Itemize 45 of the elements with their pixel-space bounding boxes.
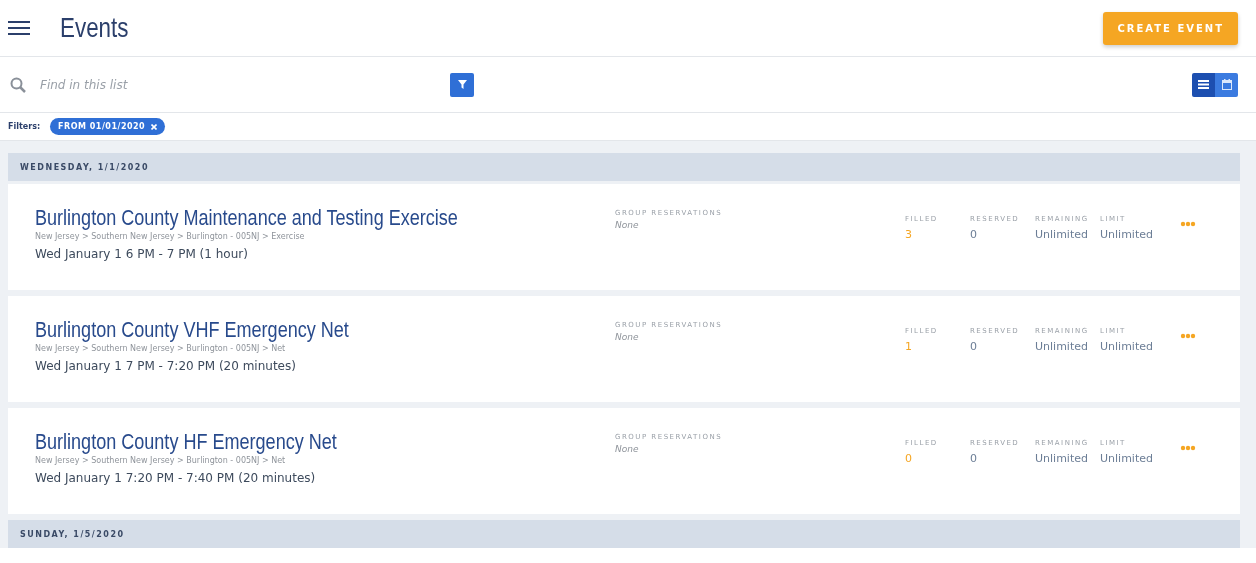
filled-count: 0: [905, 452, 913, 465]
event-title[interactable]: Burlington County HF Emergency Net: [35, 429, 337, 455]
remaining-value: Unlimited: [1035, 340, 1089, 353]
event-path: New Jersey > Southern New Jersey > Burlington - 005NJ > Net: [35, 344, 287, 353]
list-icon: [1198, 80, 1209, 89]
remaining-value: Unlimited: [1035, 228, 1089, 241]
event-card[interactable]: [8, 296, 1240, 402]
calendar-icon: [1221, 79, 1232, 90]
date-header: WEDNESDAY, 1/1/2020: [8, 153, 1240, 181]
search-icon: [10, 76, 26, 93]
event-title[interactable]: Burlington County VHF Emergency Net: [35, 317, 349, 343]
filter-button[interactable]: [450, 72, 474, 97]
menu-icon[interactable]: [8, 20, 30, 36]
more-icon[interactable]: [1180, 445, 1196, 451]
reserved-count: 0: [970, 340, 978, 353]
group-reservations-value: None: [615, 331, 640, 342]
date-header: SUNDAY, 1/5/2020: [8, 520, 1240, 548]
reserved-count: 0: [970, 452, 978, 465]
event-title[interactable]: Burlington County Maintenance and Testing Exercise: [35, 205, 458, 231]
reserved-count: 0: [970, 228, 978, 241]
view-toggle[interactable]: [1192, 72, 1215, 97]
event-path: New Jersey > Southern New Jersey > Burlington - 005NJ > Exercise: [35, 232, 306, 241]
remaining-value: Unlimited: [1035, 452, 1089, 465]
funnel-icon: [457, 80, 467, 89]
filters-label: Filters:: [8, 122, 41, 131]
limit-value: Unlimited: [1100, 452, 1154, 465]
event-time: Wed January 1 6 PM - 7 PM (1 hour): [35, 247, 249, 261]
more-icon[interactable]: [1180, 333, 1196, 339]
event-card[interactable]: [8, 408, 1240, 514]
event-time: Wed January 1 7 PM - 7:20 PM (20 minutes): [35, 359, 297, 373]
group-reservations-value: None: [615, 219, 640, 230]
view-toggle[interactable]: [1215, 72, 1238, 97]
page-title: Events: [60, 12, 129, 44]
more-icon[interactable]: [1180, 221, 1196, 227]
event-time: Wed January 1 7:20 PM - 7:40 PM (20 minutes): [35, 471, 317, 485]
search-field[interactable]: Find in this list: [38, 76, 402, 93]
close-icon[interactable]: [151, 123, 158, 130]
group-reservations-value: None: [615, 443, 640, 454]
event-card[interactable]: [8, 184, 1240, 290]
filled-count: 3: [905, 228, 913, 241]
limit-value: Unlimited: [1100, 228, 1154, 241]
event-path: New Jersey > Southern New Jersey > Burlington - 005NJ > Net: [35, 456, 287, 465]
limit-value: Unlimited: [1100, 340, 1154, 353]
filled-count: 1: [905, 340, 913, 353]
filter-chip[interactable]: FROM 01/01/2020: [50, 118, 166, 135]
